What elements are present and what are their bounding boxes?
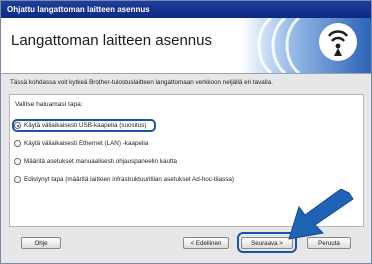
option-ethernet-cable[interactable]: Käytä väliaikaisesti Ethernet (LAN) -kaa… — [14, 140, 148, 147]
options-prompt: Valitse haluamasi tapa: — [15, 101, 83, 108]
setup-wizard-window: Ohjattu langattoman laitteen asennus Lan… — [0, 0, 372, 264]
intro-text: Tässä kohdassa voit kytkeä Brother-tulos… — [10, 79, 273, 86]
radio-button-selected[interactable] — [14, 122, 21, 129]
arrow-pointer-icon — [288, 189, 354, 240]
wizard-banner: Langattoman laitteen asennus — [1, 18, 371, 73]
option-usb-cable[interactable]: Käytä väliaikaisesti USB-kaapelia (suosi… — [14, 122, 147, 129]
radio-button[interactable] — [14, 176, 21, 183]
radio-button[interactable] — [14, 158, 21, 165]
option-label: Edistynyt tapa (määritä laitteen infrast… — [24, 176, 234, 183]
back-button[interactable]: < Edellinen — [183, 237, 229, 249]
wireless-signal-icon — [241, 18, 371, 73]
option-label: Käytä väliaikaisesti USB-kaapelia (suosi… — [24, 122, 147, 129]
option-label: Käytä väliaikaisesti Ethernet (LAN) -kaa… — [24, 140, 149, 147]
radio-button[interactable] — [14, 140, 21, 147]
help-button[interactable]: Ohje — [21, 237, 61, 249]
window-title: Ohjattu langattoman laitteen asennus — [1, 1, 371, 18]
page-title: Langattoman laitteen asennus — [11, 32, 212, 49]
option-advanced-adhoc[interactable]: Edistynyt tapa (määritä laitteen infrast… — [14, 176, 234, 183]
header-divider — [1, 73, 371, 74]
option-label: Määritä asetukset manuaalisesti ohjauspa… — [24, 158, 177, 165]
option-control-panel[interactable]: Määritä asetukset manuaalisesti ohjauspa… — [14, 158, 177, 165]
